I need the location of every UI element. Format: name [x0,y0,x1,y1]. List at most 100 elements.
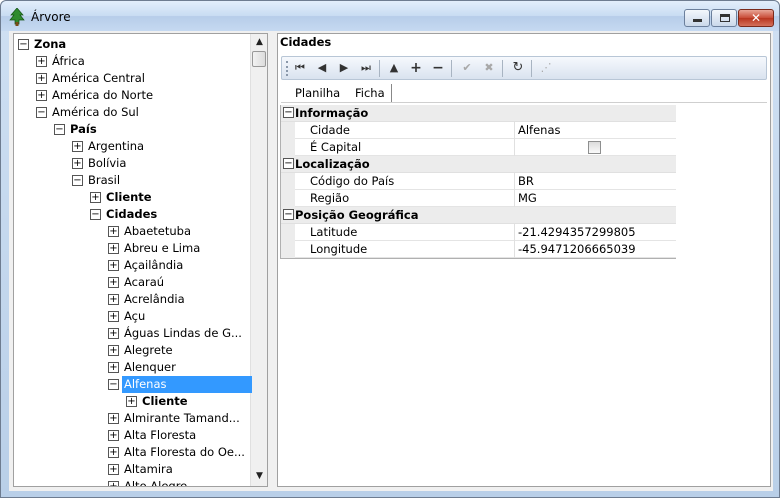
cancel-icon[interactable]: ✖ [479,59,499,77]
tree-expander-icon[interactable]: + [36,90,47,101]
property-row[interactable]: Região MG [280,190,676,207]
tree-expander-icon[interactable]: + [108,430,119,441]
tree-expander-icon[interactable]: + [36,73,47,84]
tree-node-label[interactable]: País [68,121,99,138]
tree-node-label[interactable]: Alta Floresta do Oe... [122,444,247,461]
property-row[interactable]: Cidade Alfenas [280,122,676,139]
tree-node-label[interactable]: Águas Lindas de G... [122,325,244,342]
close-button[interactable]: ✕ [738,9,774,27]
tree-expander-icon[interactable]: + [36,56,47,67]
property-row[interactable]: É Capital [280,139,676,156]
tree-expander-icon[interactable]: + [126,396,137,407]
tree-node-label[interactable]: América Central [50,70,147,87]
tree-expander-icon[interactable]: − [18,39,29,50]
tree-expander-icon[interactable]: + [108,277,119,288]
tree-expander-icon[interactable]: − [54,124,65,135]
column-divider[interactable] [514,139,515,156]
tree-expander-icon[interactable]: + [108,464,119,475]
next-record-icon[interactable]: ▶ [334,59,354,77]
tree-node-label[interactable]: Brasil [86,172,122,189]
tree-node-label[interactable]: África [50,53,87,70]
tree-node-label[interactable]: Abreu e Lima [122,240,202,257]
tree-node-label[interactable]: Almirante Tamand... [122,410,242,427]
tree-expander-icon[interactable]: + [72,158,83,169]
minimize-button[interactable] [684,9,710,27]
move-up-icon[interactable]: ▲ [384,59,404,77]
scroll-thumb[interactable] [252,51,266,67]
prior-record-icon[interactable]: ◀ [312,59,332,77]
remove-icon[interactable]: − [428,59,448,77]
property-value[interactable]: -21.4294357299805 [518,224,636,241]
tree-node-label[interactable]: América do Sul [50,104,141,121]
tree-node-label[interactable]: Abaetetuba [122,223,193,240]
column-divider[interactable] [514,224,515,241]
disabled-action-icon[interactable]: ⋰ [536,59,556,77]
first-record-icon[interactable]: ⏮ [290,59,310,77]
tree-node-label[interactable]: América do Norte [50,87,155,104]
tree-node-label[interactable]: Açailândia [122,257,185,274]
tree-expander-icon[interactable]: + [90,192,101,203]
tree-expander-icon[interactable]: + [108,413,119,424]
tree-node-label[interactable]: Alegrete [122,342,175,359]
collapse-icon[interactable]: − [283,158,294,169]
property-row[interactable]: Longitude -45.9471206665039 [280,241,676,258]
property-row[interactable]: Código do País BR [280,173,676,190]
toolbar-grip[interactable] [286,61,289,76]
column-divider[interactable] [514,241,515,258]
column-divider[interactable] [514,122,515,139]
collapse-icon[interactable]: − [283,107,294,118]
tree-node-label[interactable]: Altamira [122,461,175,478]
tab-ficha[interactable]: Ficha [349,84,392,102]
tree-node-label[interactable]: Alta Floresta [122,427,198,444]
tree-expander-icon[interactable]: + [108,226,119,237]
collapse-icon[interactable]: − [283,209,294,220]
property-category[interactable]: − Localização [280,156,676,173]
tree-expander-icon[interactable]: − [36,107,47,118]
tree-expander-icon[interactable]: − [72,175,83,186]
property-row[interactable]: Latitude -21.4294357299805 [280,224,676,241]
tree-node-label[interactable]: Alfenas [122,376,252,393]
tree-scrollbar[interactable]: ▲ ▼ [250,34,267,486]
property-category[interactable]: − Informação [280,105,676,122]
tree-expander-icon[interactable]: + [108,447,119,458]
column-divider[interactable] [514,190,515,207]
tree-expander-icon[interactable]: − [108,379,119,390]
tree-node-label[interactable]: Cliente [140,393,190,410]
tree-node-label[interactable]: Cidades [104,206,159,223]
property-category[interactable]: − Posição Geográfica [280,207,676,224]
refresh-icon[interactable]: ↻ [508,59,528,77]
tree-node-label[interactable]: Alto Alegre [122,478,189,486]
tree-expander-icon[interactable]: + [108,243,119,254]
tree-expander-icon[interactable]: + [108,294,119,305]
tree-expander-icon[interactable]: + [108,260,119,271]
tab-planilha[interactable]: Planilha [289,84,346,102]
add-icon[interactable]: + [406,59,426,77]
capital-checkbox[interactable] [588,141,601,154]
tree-node-label[interactable]: Alenquer [122,359,178,376]
last-record-icon[interactable]: ⏭ [356,59,376,77]
tree-expander-icon[interactable]: − [90,209,101,220]
property-value[interactable]: -45.9471206665039 [518,241,636,258]
tree-node-label[interactable]: Cliente [104,189,154,206]
scroll-down-icon[interactable]: ▼ [251,468,267,485]
column-divider[interactable] [514,173,515,190]
tree-expander-icon[interactable]: + [108,328,119,339]
panel-splitter[interactable] [271,31,275,491]
scroll-up-icon[interactable]: ▲ [251,34,267,51]
tree-node-label[interactable]: Açu [122,308,147,325]
title-bar[interactable]: Árvore ✕ [1,1,779,31]
tree-node-label[interactable]: Acaraú [122,274,166,291]
tree-expander-icon[interactable]: + [72,141,83,152]
maximize-button[interactable] [711,9,737,27]
tree-expander-icon[interactable]: + [108,345,119,356]
tree-node-label[interactable]: Acrelândia [122,291,187,308]
tree-view[interactable]: ▲ ▼ − Zona + África + América Central + América… [13,33,268,487]
tree-node-label[interactable]: Argentina [86,138,146,155]
tree-expander-icon[interactable]: + [108,362,119,373]
confirm-icon[interactable]: ✔ [457,59,477,77]
tree-expander-icon[interactable]: + [108,311,119,322]
property-value[interactable]: BR [518,173,534,190]
property-value[interactable]: Alfenas [518,122,561,139]
tree-expander-icon[interactable]: + [108,481,119,486]
property-value[interactable]: MG [518,190,537,207]
